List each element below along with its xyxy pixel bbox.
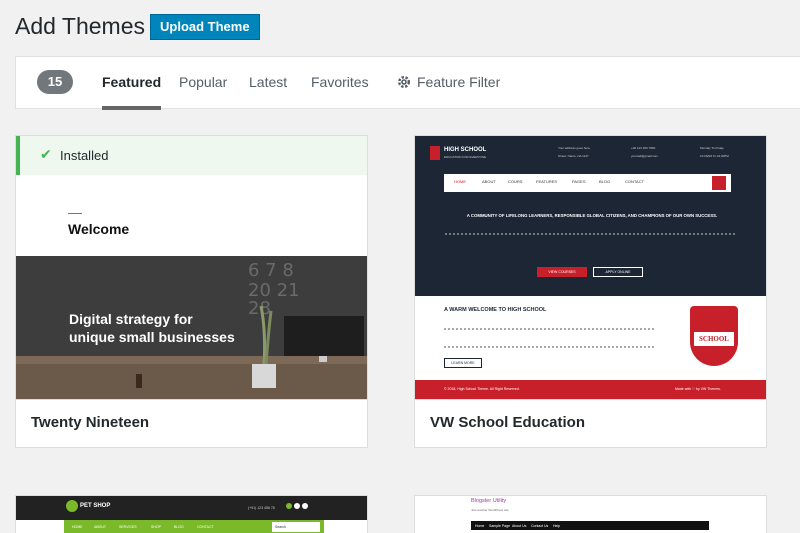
preview-school-welcome: A WARM WELCOME TO HIGH SCHOOL LEARN MORE… [415, 296, 766, 400]
preview-nav-item: PAGES [572, 179, 586, 184]
preview-apply-online-button: APPLY ONLINE [593, 267, 643, 277]
preview-body-text [445, 233, 735, 247]
shield-icon [430, 146, 440, 160]
preview-hours-2: 10:00AM To 04:20PM [700, 154, 729, 158]
preview-nav-item: CONTACT [197, 525, 214, 529]
preview-footer-bar: © 2018, High School Theme. All Right Res… [415, 380, 766, 400]
preview-search-box: Search [272, 522, 320, 532]
add-themes-page: Add Themes Upload Theme 15 Featured Popu… [0, 0, 800, 533]
preview-address-1: Your address goes here, [558, 146, 591, 150]
preview-learn-more-button: LEARN MORE [444, 358, 482, 368]
preview-welcome-text [444, 328, 654, 348]
installed-label: Installed [60, 148, 109, 163]
preview-school-header: HIGH SCHOOL EDUCATION FOR EVERYONE Your … [415, 136, 766, 296]
preview-nav-item: BLOG [599, 179, 611, 184]
preview-logo: HIGH SCHOOL [444, 147, 487, 153]
feature-filter-link[interactable]: Feature Filter [417, 74, 500, 90]
tab-popular[interactable]: Popular [179, 74, 227, 90]
school-badge-icon: SCHOOL [690, 306, 738, 366]
theme-card-footer: Twenty Nineteen [16, 399, 367, 447]
theme-card-twenty-nineteen[interactable]: ✔ Installed Welcome 6 7 8 20 21 28 Digit… [15, 135, 368, 448]
theme-filter-bar: 15 Featured Popular Latest Favorites Fea… [15, 56, 800, 110]
preview-hero-image: 6 7 8 20 21 28 Digital strategy for uniq… [16, 256, 367, 399]
preview-nav-item: SERVICES [119, 525, 137, 529]
preview-blog-subtitle: Just another WordPress site [471, 508, 509, 512]
tab-featured[interactable]: Featured [102, 74, 162, 110]
theme-card-pet-shop[interactable]: PET SHOP (+91) 123 456 78 HOME ABOUT SER… [15, 495, 368, 533]
preview-hours-1: Monday To Friday [700, 146, 724, 150]
preview-nav-item: ABOUT [94, 525, 107, 529]
search-icon [712, 176, 726, 190]
preview-blog-title: Blogster Utility [471, 498, 507, 504]
preview-email: youmail@gmail.com [631, 154, 659, 158]
preview-phone: +00 123 456 7890 [631, 146, 656, 150]
svg-text:6 7 8: 6 7 8 [248, 260, 294, 281]
paw-icon [66, 500, 78, 512]
preview-address-2: Street, Name, NA 1137 [558, 154, 589, 158]
preview-nav-item: About Us [512, 524, 527, 528]
preview-nav-item: BLOG [174, 525, 184, 529]
preview-nav-item: CONTACT [625, 179, 645, 184]
preview-search-text: Search [275, 525, 287, 529]
preview-nav: HOME ABOUT COURS FEATURES PAGES BLOG CON… [444, 174, 731, 192]
preview-tagline: Digital strategy for unique small busine… [69, 311, 235, 345]
checkmark-icon: ✔ [40, 147, 52, 163]
gear-icon[interactable] [396, 74, 412, 90]
tab-latest[interactable]: Latest [249, 74, 287, 90]
preview-nav-item: HOME [454, 179, 466, 184]
preview-pet-header: PET SHOP (+91) 123 456 78 [16, 496, 367, 520]
school-badge-text: SCHOOL [694, 332, 734, 346]
preview-nav-item: SHOP [151, 525, 161, 529]
theme-card-vw-school-education[interactable]: HIGH SCHOOL EDUCATION FOR EVERYONE Your … [414, 135, 767, 448]
preview-welcome: Welcome [68, 221, 130, 237]
page-title: Add Themes [15, 13, 145, 39]
theme-name: VW School Education [430, 414, 586, 431]
preview-pet-nav: HOME ABOUT SERVICES SHOP BLOG CONTACT Se… [64, 520, 324, 533]
preview-welcome-heading: A WARM WELCOME TO HIGH SCHOOL [444, 307, 547, 313]
tab-favorites[interactable]: Favorites [311, 74, 369, 90]
preview-nav-item: Contact Us [531, 524, 549, 528]
social-icon [302, 503, 308, 509]
preview-nav-item: Home [475, 524, 485, 528]
theme-card-blogster-utility[interactable]: Blogster Utility Just another WordPress … [414, 495, 767, 533]
installed-notice: ✔ Installed [16, 136, 367, 175]
preview-view-courses-button: VIEW COURSES [537, 267, 587, 277]
preview-logo-sub: EDUCATION FOR EVERYONE [444, 155, 487, 159]
svg-text:28: 28 [248, 298, 271, 319]
preview-footer-left: © 2018, High School Theme. All Right Res… [444, 387, 520, 391]
preview-hero-text: A COMMUNITY OF LIFELONG LEARNERS, RESPON… [466, 213, 718, 218]
preview-nav-item: Help [553, 524, 561, 528]
theme-card-footer: VW School Education [415, 399, 766, 447]
preview-nav-item: HOME [72, 525, 83, 529]
preview-pet-logo: PET SHOP [80, 503, 111, 509]
preview-nav-item: ABOUT [482, 179, 496, 184]
theme-name: Twenty Nineteen [31, 414, 150, 431]
preview-nav-item: Sample Page [489, 524, 511, 528]
preview-blog-nav: Home Sample Page About Us Contact Us Hel… [471, 521, 709, 530]
preview-nav-item: FEATURES [536, 179, 558, 184]
preview-footer-right: Made with ♡ by VW Themes. [675, 387, 721, 391]
theme-count-badge: 15 [37, 70, 73, 94]
social-icon [294, 503, 300, 509]
preview-nav-item: COURS [508, 179, 523, 184]
preview-pet-phone: (+91) 123 456 78 [248, 506, 275, 510]
upload-theme-button[interactable]: Upload Theme [150, 14, 260, 40]
divider [68, 213, 82, 214]
social-icon [286, 503, 292, 509]
